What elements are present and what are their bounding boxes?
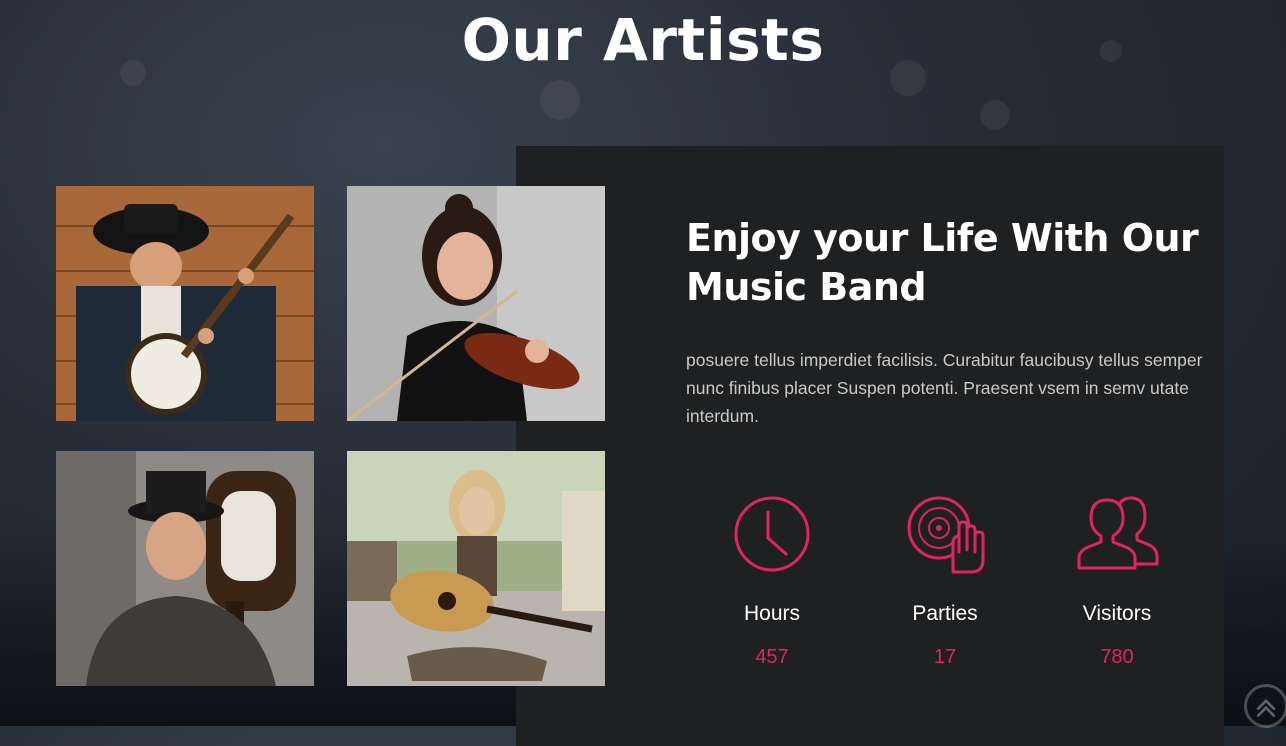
stat-hours: Hours 457 <box>692 492 852 669</box>
scroll-to-top-button[interactable] <box>1244 684 1286 728</box>
guitarist-photo[interactable] <box>56 451 314 686</box>
violinist-photo[interactable] <box>347 186 605 421</box>
stat-label: Hours <box>743 602 801 625</box>
background-bokeh <box>540 80 580 120</box>
users-icon <box>1077 496 1159 570</box>
chevron-up-icon <box>1256 698 1276 718</box>
vinyl-hand-icon <box>907 496 985 574</box>
stat-visitors: Visitors 780 <box>1037 492 1197 669</box>
clock-icon <box>734 496 810 572</box>
page-title: Our Artists <box>461 6 825 74</box>
background-bokeh <box>980 100 1010 130</box>
stat-parties: Parties 17 <box>865 492 1025 669</box>
stat-value: 780 <box>1100 646 1134 668</box>
stat-value: 17 <box>933 646 957 668</box>
stat-label: Visitors <box>1082 602 1152 625</box>
promo-headline: Enjoy your Life With Our Music Band <box>686 216 1199 309</box>
acoustic-guitarist-photo[interactable] <box>347 451 605 686</box>
banjo-player-photo[interactable] <box>56 186 314 421</box>
stat-value: 457 <box>755 646 789 668</box>
stat-label: Parties <box>912 602 978 625</box>
promo-body: posuere tellus imperdiet facilisis. Cura… <box>686 350 1203 426</box>
